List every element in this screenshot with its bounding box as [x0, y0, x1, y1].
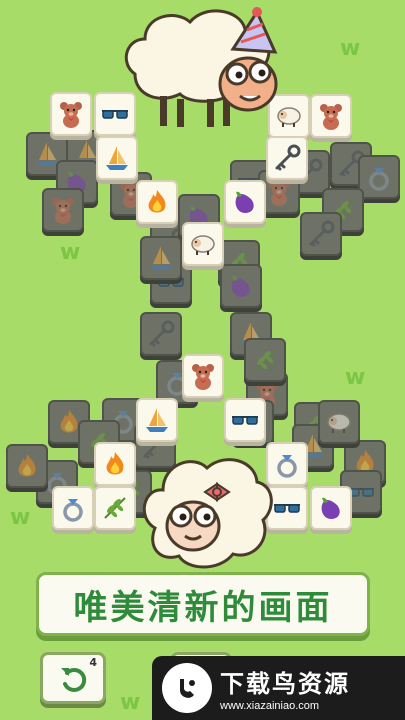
fire-icon [18, 454, 36, 477]
sailboat-icon [150, 246, 172, 270]
covered-tile-teddy-bear [42, 188, 84, 232]
game-tile-eggplant[interactable] [224, 180, 266, 224]
teddy-bear-icon [192, 364, 214, 390]
undo-icon [61, 667, 87, 692]
teddy-bear-icon [320, 104, 342, 130]
game-tile-teddy-bear[interactable] [50, 92, 92, 136]
eggplant-icon [231, 275, 250, 297]
game-tile-sheep[interactable] [182, 222, 224, 266]
teddy-bear-icon [60, 102, 82, 128]
game-tile-sailboat[interactable] [136, 398, 178, 442]
undo-button[interactable]: 4 [40, 652, 106, 704]
eggplant-icon [321, 497, 340, 519]
slogan-banner: 唯美清新的画面 [36, 572, 370, 636]
covered-tile-sailboat [140, 236, 182, 280]
covered-tile-key [300, 212, 342, 256]
fire-icon [106, 452, 124, 475]
leaf-icon [254, 349, 276, 371]
ring-icon [277, 455, 297, 478]
watermark-url: www.xiazainiao.com [220, 700, 320, 712]
ring-icon [63, 499, 83, 522]
sailboat-icon [106, 146, 128, 170]
sheep-icon [327, 413, 351, 433]
game-tile-eggplant[interactable] [310, 486, 352, 530]
fire-icon [148, 190, 166, 213]
sunglasses-icon [232, 416, 258, 425]
bow-sheep-icon [142, 458, 273, 569]
game-tile-teddy-bear[interactable] [182, 354, 224, 398]
covered-tile-eggplant [220, 264, 262, 308]
watermark-name: 下载鸟资源 [220, 670, 350, 698]
sunglasses-icon [274, 504, 300, 513]
game-tile-teddy-bear[interactable] [310, 94, 352, 138]
party-sheep-icon [124, 7, 278, 127]
key-icon [309, 220, 335, 247]
key-icon [275, 144, 301, 171]
game-tile-fire[interactable] [136, 180, 178, 224]
eggplant-icon [235, 191, 254, 213]
site-watermark: 下载鸟资源 www.xiazainiao.com [152, 656, 405, 720]
game-tile-key[interactable] [266, 136, 308, 180]
game-tile-sunglasses[interactable] [224, 398, 266, 442]
covered-tile-sheep [318, 400, 360, 444]
bird-logo-icon [162, 663, 212, 713]
game-tile-leaf[interactable] [94, 486, 136, 530]
sailboat-icon [146, 408, 168, 432]
undo-count: 4 [89, 656, 97, 669]
covered-tile-key [140, 312, 182, 356]
covered-tile-ring [358, 155, 400, 199]
sheep-icon [191, 235, 215, 255]
covered-tile-fire [6, 444, 48, 488]
slogan-text: 唯美清新的画面 [73, 587, 333, 628]
ring-icon [369, 168, 389, 191]
teddy-bear-icon [52, 198, 74, 224]
leaf-icon [104, 497, 126, 519]
game-tile-sailboat[interactable] [96, 136, 138, 180]
teddy-bear-icon [268, 180, 290, 206]
covered-tile-leaf [244, 338, 286, 382]
game-tile-ring[interactable] [52, 486, 94, 530]
game-tile-fire[interactable] [94, 442, 136, 486]
key-icon [149, 320, 175, 347]
